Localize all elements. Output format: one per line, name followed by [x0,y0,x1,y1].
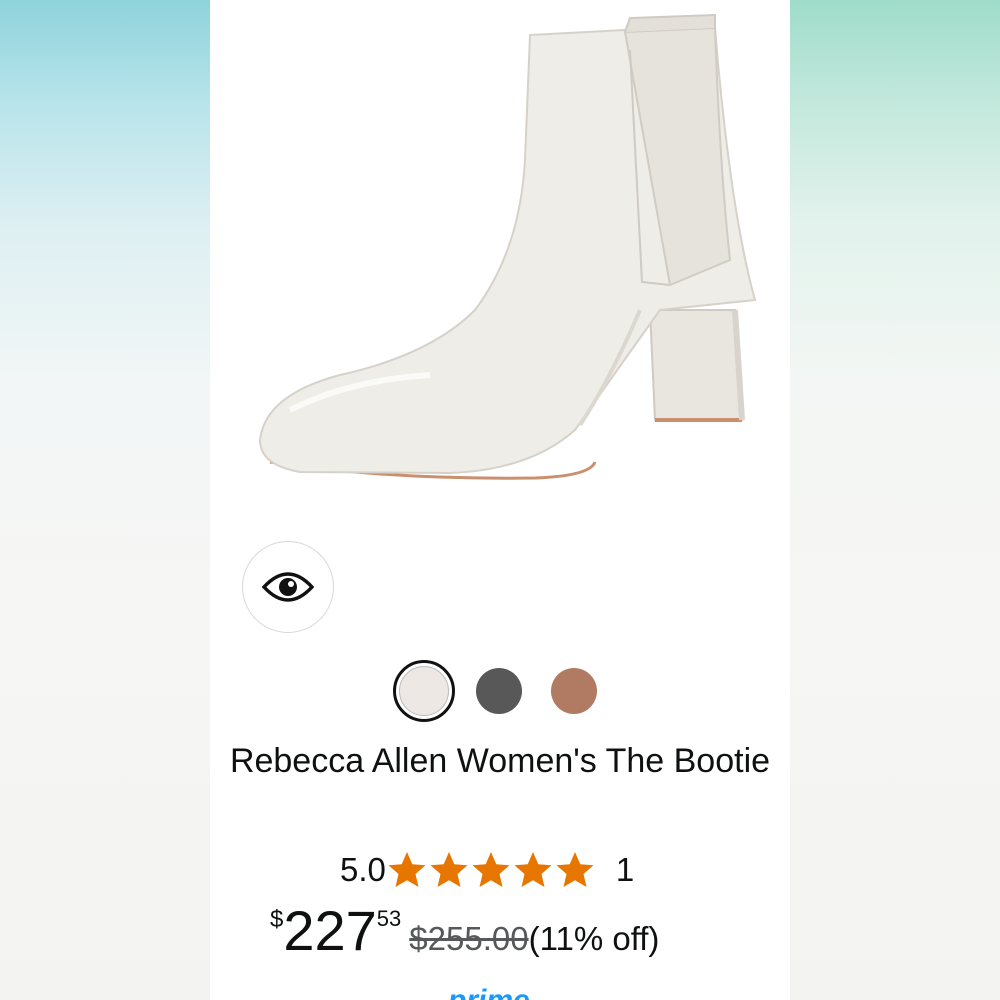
rating-row[interactable]: 5.0 1 [340,848,634,892]
background-right [790,0,1000,1000]
star-icon [556,852,594,887]
swatch-cream-fill [399,666,449,716]
star-rating [386,849,596,891]
view-in-room-button[interactable] [242,541,334,633]
list-price: $255.00 [409,920,529,957]
star-icon [430,852,468,887]
price-row: $ 227 53 $255.00 (11% off) [270,900,659,970]
swatch-cream[interactable] [393,660,455,722]
prime-badge: prime [448,984,530,1000]
price-whole: 227 [283,899,377,962]
star-icon [514,852,552,887]
eye-icon [262,572,314,602]
product-title[interactable]: Rebecca Allen Women's The Bootie [210,738,790,785]
product-card: Rebecca Allen Women's The Bootie 5.0 1 $… [210,0,790,1000]
swatch-gray[interactable] [476,668,522,714]
star-icon [388,852,426,887]
rating-value: 5.0 [340,851,386,888]
background-left [0,0,210,1000]
color-swatches [210,660,790,722]
price-symbol: $ [270,906,284,933]
star-icon [472,852,510,887]
discount-label: (11% off) [528,920,660,957]
price-fraction: 53 [376,906,402,931]
rating-count[interactable]: 1 [616,851,634,889]
product-image[interactable] [230,10,770,510]
swatch-tan[interactable] [551,668,597,714]
